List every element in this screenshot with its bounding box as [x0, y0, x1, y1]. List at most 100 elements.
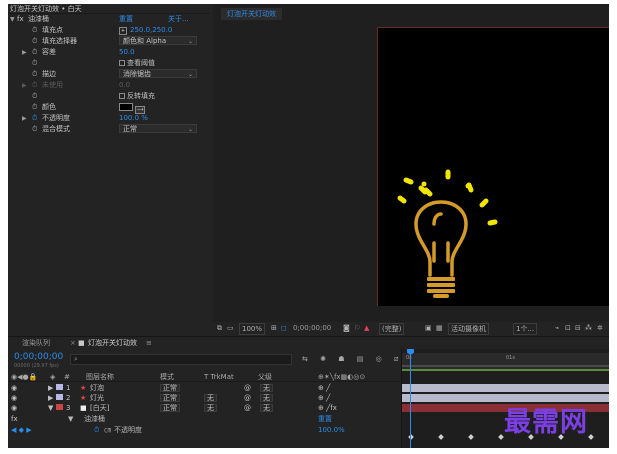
layer-name[interactable]: 灯泡 — [90, 384, 104, 393]
mask-icon[interactable]: ◻ — [281, 322, 287, 334]
expand-triangle-icon[interactable]: ▶ — [48, 384, 53, 393]
fast-preview-icon[interactable]: ⌁ — [555, 322, 559, 334]
stopwatch-icon[interactable]: ⏱ — [32, 25, 37, 36]
comp-mini-flowchart-icon[interactable]: ⇆ — [302, 355, 308, 363]
invert-fill-checkbox[interactable] — [119, 93, 125, 99]
current-time-display[interactable]: 0;00;00;00 — [14, 352, 63, 362]
keyframe-marker[interactable] — [438, 434, 444, 440]
fill-point-value[interactable]: 250.0,250.0 — [130, 26, 172, 34]
keyframe-nav-icon[interactable]: ◀ ◆ ▶ — [11, 425, 32, 435]
shy-icon[interactable]: ☗ — [338, 355, 344, 363]
views-dropdown[interactable]: 1个... — [513, 323, 538, 335]
visibility-icon[interactable]: ◉ — [11, 384, 17, 393]
draft-3d-icon[interactable]: ✺ — [320, 355, 326, 363]
layer-name[interactable]: [白天] — [90, 404, 109, 413]
crosshair-icon[interactable]: + — [119, 27, 127, 35]
visibility-icon[interactable]: ◉ — [11, 394, 17, 403]
parent-dropdown[interactable]: 无 — [260, 394, 273, 402]
opacity-value[interactable]: 100.0% — [318, 425, 345, 435]
layer-row[interactable]: ◉ ▼ 3 ■ [白天] 正常 无 @ 无 ⊕ ╱fx — [8, 404, 401, 413]
zoom-dropdown[interactable]: 100% — [239, 323, 266, 335]
graph-icon[interactable]: ㎝ — [104, 425, 111, 435]
expand-triangle-icon[interactable]: ▼ — [68, 414, 73, 424]
network-icon[interactable]: ⁂ — [585, 322, 592, 334]
toggle-icon[interactable]: ⧉ — [217, 322, 222, 334]
layer-row[interactable]: ◉ ▶ 2 ★ 灯光 正常 无 @ 无 ⊕ ╱ — [8, 394, 401, 403]
mode-dropdown[interactable]: 正常 — [160, 404, 180, 412]
tab-composition[interactable]: 灯泡开关灯动效 — [221, 8, 282, 20]
reset-link[interactable]: 重置 — [119, 14, 133, 25]
stopwatch-icon[interactable]: ⏱ — [32, 36, 37, 47]
resolution-dropdown[interactable]: (完整) — [379, 323, 405, 335]
layer-row[interactable]: ◉ ▶ 1 ★ 灯泡 正常 @ 无 ⊕ ╱ — [8, 384, 401, 393]
effect-group-row[interactable]: fx ▼ 油漆桶 重置 — [8, 414, 401, 424]
effect-group-name[interactable]: 油漆桶 — [84, 414, 105, 424]
stopwatch-icon[interactable]: ⏱ — [32, 113, 37, 124]
fx-badge[interactable]: fx — [17, 14, 24, 25]
settings-icon[interactable]: ✲ — [597, 322, 603, 334]
fill-selector-dropdown[interactable]: 颜色和 Alpha ⌄ — [119, 36, 197, 45]
playhead[interactable] — [410, 351, 411, 448]
expand-triangle-icon[interactable]: ▶ — [22, 113, 27, 124]
motion-blur-icon[interactable]: ◎ — [376, 355, 382, 363]
parent-pickwhip-icon[interactable]: @ — [244, 394, 251, 403]
color-channel-icon[interactable]: ▲ — [364, 322, 369, 334]
col-mode[interactable]: 模式 — [160, 373, 174, 382]
mode-dropdown[interactable]: 正常 — [160, 394, 180, 402]
camera-icon[interactable]: ◙ — [343, 322, 350, 334]
stopwatch-icon[interactable]: ⏱ — [32, 124, 37, 135]
parent-dropdown[interactable]: 无 — [260, 404, 273, 412]
layer-search-input[interactable]: ⌕ — [70, 354, 292, 365]
tolerance-value[interactable]: 50.0 — [119, 47, 135, 58]
transparency-icon[interactable]: ▦ — [436, 322, 443, 334]
export-icon[interactable]: ⊟ — [575, 322, 581, 334]
stopwatch-icon[interactable]: ⏱ — [32, 69, 37, 80]
visibility-icon[interactable]: ◉ — [11, 404, 17, 413]
graph-editor-icon[interactable]: ⧄ — [394, 355, 398, 363]
effect-reset-link[interactable]: 重置 — [318, 414, 332, 424]
switch-icons[interactable]: ⊕ ╱ — [318, 384, 330, 393]
view-threshold-checkbox[interactable] — [119, 60, 125, 66]
stroke-dropdown[interactable]: 消除锯齿 ⌄ — [119, 69, 197, 78]
time-ruler[interactable]: 0s 01s — [402, 353, 609, 371]
camera-dropdown[interactable]: 活动摄像机 — [448, 323, 489, 335]
region-icon[interactable]: ▣ — [425, 322, 432, 334]
expand-triangle-icon[interactable]: ▼ — [10, 14, 15, 25]
grid-icon[interactable]: ⊞ — [271, 322, 277, 334]
expand-triangle-icon[interactable]: ▼ — [48, 404, 53, 413]
expand-triangle-icon[interactable]: ▶ — [48, 394, 53, 403]
flowchart-icon[interactable]: ⊡ — [565, 322, 571, 334]
close-icon[interactable]: × — [70, 337, 76, 349]
opacity-property-row[interactable]: ◀ ◆ ▶ ⏱ ㎝ 不透明度 100.0% — [8, 425, 401, 435]
about-link[interactable]: 关于... — [168, 14, 189, 25]
col-trkmat[interactable]: T TrkMat — [204, 373, 234, 382]
stopwatch-icon[interactable]: ⏱ — [32, 102, 37, 113]
monitor-icon[interactable]: ▭ — [227, 322, 234, 334]
expand-triangle-icon[interactable]: ▶ — [22, 47, 27, 58]
opacity-value[interactable]: 100.0 % — [119, 113, 148, 124]
switch-icons[interactable]: ⊕ ╱fx — [318, 404, 337, 413]
viewer-timecode[interactable]: 0;00;00;00 — [293, 322, 331, 334]
color-swatch[interactable] — [119, 103, 133, 111]
col-layer-name[interactable]: 图层名称 — [86, 373, 114, 382]
layer-name[interactable]: 灯光 — [90, 394, 104, 403]
col-parent[interactable]: 父级 — [258, 373, 272, 382]
keyframe-marker[interactable] — [468, 434, 474, 440]
effect-row[interactable]: ▼ fx 油漆桶 重置 关于... — [8, 14, 210, 25]
trkmat-dropdown[interactable]: 无 — [204, 394, 217, 402]
stopwatch-icon[interactable]: ⏱ — [32, 58, 37, 69]
stopwatch-icon[interactable]: ⏱ — [32, 91, 37, 102]
stopwatch-icon[interactable]: ⏱ — [32, 47, 37, 58]
keyframe-marker[interactable] — [588, 434, 594, 440]
frame-blending-icon[interactable]: ▤ — [357, 355, 364, 363]
snapshot-icon[interactable]: ⚐ — [354, 322, 360, 334]
trkmat-dropdown[interactable]: 无 — [204, 404, 217, 412]
blend-mode-dropdown[interactable]: 正常 ⌄ — [119, 124, 197, 133]
tab-timeline-comp[interactable]: 灯泡开关灯动效 — [88, 337, 137, 349]
parent-pickwhip-icon[interactable]: @ — [244, 404, 251, 413]
parent-dropdown[interactable]: 无 — [260, 384, 273, 392]
keyframe-marker[interactable] — [498, 434, 504, 440]
tab-render-queue[interactable]: 渲染队列 — [22, 337, 50, 349]
menu-icon[interactable]: ≡ — [146, 337, 152, 349]
layer-bar[interactable] — [402, 384, 609, 392]
